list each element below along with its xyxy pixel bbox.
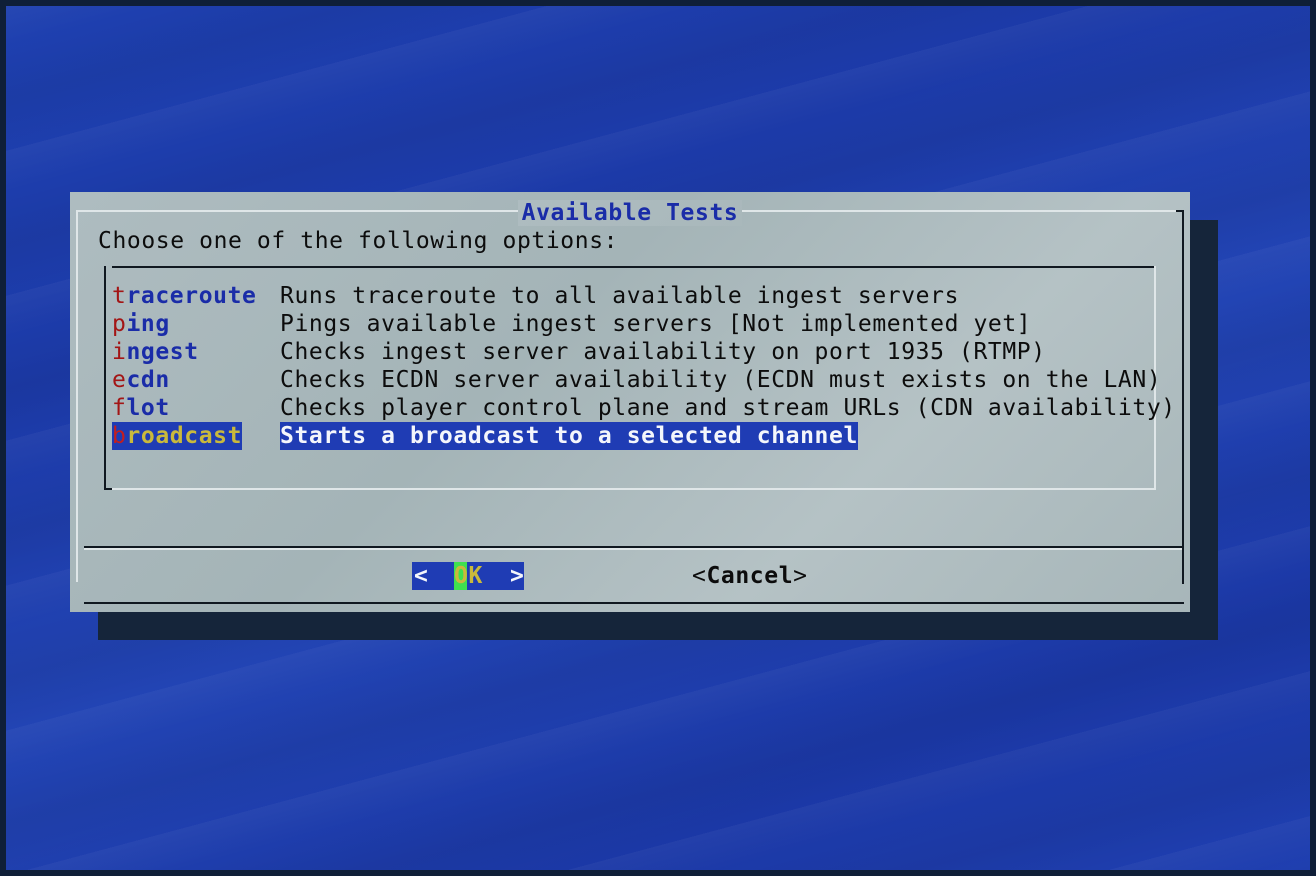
ok-button-hotkey: O: [454, 563, 469, 589]
ok-button-right-bracket: >: [510, 563, 525, 589]
menu-item-hotkey: f: [112, 395, 127, 421]
ok-button-label-rest: K: [468, 563, 483, 589]
menu-item-tag-rest: raceroute: [126, 283, 257, 309]
cancel-button[interactable]: <Cancel>: [692, 562, 808, 590]
menu-item-flot[interactable]: flot Checks player control plane and str…: [112, 394, 1175, 422]
menu-item-description: Pings available ingest servers [Not impl…: [280, 311, 1032, 337]
ok-button[interactable]: < OK >: [412, 562, 524, 590]
menu-item-tag: ping: [112, 310, 170, 338]
menu-item-tag: ecdn: [112, 366, 170, 394]
button-separator-highlight: [84, 548, 1182, 550]
menu-item-tag: broadcast: [112, 422, 243, 450]
menu-item-ping[interactable]: ping Pings available ingest servers [Not…: [112, 310, 1031, 338]
ok-button-left-bracket: <: [414, 563, 429, 589]
menu-item-tag-rest: lot: [126, 395, 170, 421]
menu-item-traceroute[interactable]: traceroute Runs traceroute to all availa…: [112, 282, 958, 310]
menu-item-hotkey: e: [112, 367, 127, 393]
cancel-button-right-bracket: >: [793, 563, 808, 589]
menu-dialog: Available Tests Choose one of the follow…: [70, 192, 1190, 612]
menu-item-hotkey: b: [112, 423, 127, 449]
menu-item-ecdn[interactable]: ecdn Checks ECDN server availability (EC…: [112, 366, 1161, 394]
menu-item-description: Runs traceroute to all available ingest …: [280, 283, 960, 309]
menu-item-tag-rest: roadcast: [126, 423, 243, 449]
menu-item-description: Checks player control plane and stream U…: [280, 395, 1176, 421]
menu-item-tag: traceroute: [112, 282, 256, 310]
ok-button-label: OK: [454, 562, 483, 590]
list-border-top: [112, 266, 1156, 268]
cancel-button-label: Cancel: [706, 563, 794, 589]
menu-item-tag-rest: ing: [126, 311, 170, 337]
menu-item-tag-rest: ngest: [126, 339, 199, 365]
menu-item-tag: ingest: [112, 338, 199, 366]
menu-item-description: Checks ingest server availability on por…: [280, 339, 1046, 365]
dialog-title: Available Tests: [70, 200, 1190, 226]
menu-item-ingest[interactable]: ingest Checks ingest server availability…: [112, 338, 1045, 366]
menu-item-tag: flot: [112, 394, 170, 422]
dialog-border-right: [1182, 210, 1184, 584]
list-border-left: [104, 266, 106, 490]
menu-item-description: Starts a broadcast to a selected channel: [280, 422, 858, 450]
dialog-title-text: Available Tests: [517, 200, 743, 226]
menu-item-description: Checks ECDN server availability (ECDN mu…: [280, 367, 1162, 393]
menu-item-hotkey: i: [112, 339, 127, 365]
dialog-prompt: Choose one of the following options:: [98, 228, 619, 254]
dialog-border-bottom: [84, 602, 1184, 604]
dialog-border-left: [76, 210, 78, 582]
menu-item-hotkey: t: [112, 283, 127, 309]
options-list: traceroute Runs traceroute to all availa…: [104, 266, 1175, 490]
menu-item-tag-rest: cdn: [126, 367, 170, 393]
list-border-corner: [104, 488, 112, 490]
menu-item-broadcast[interactable]: broadcast Starts a broadcast to a select…: [112, 422, 858, 450]
cancel-button-left-bracket: <: [692, 563, 707, 589]
list-border-bottom: [112, 488, 1156, 490]
menu-item-hotkey: p: [112, 311, 127, 337]
